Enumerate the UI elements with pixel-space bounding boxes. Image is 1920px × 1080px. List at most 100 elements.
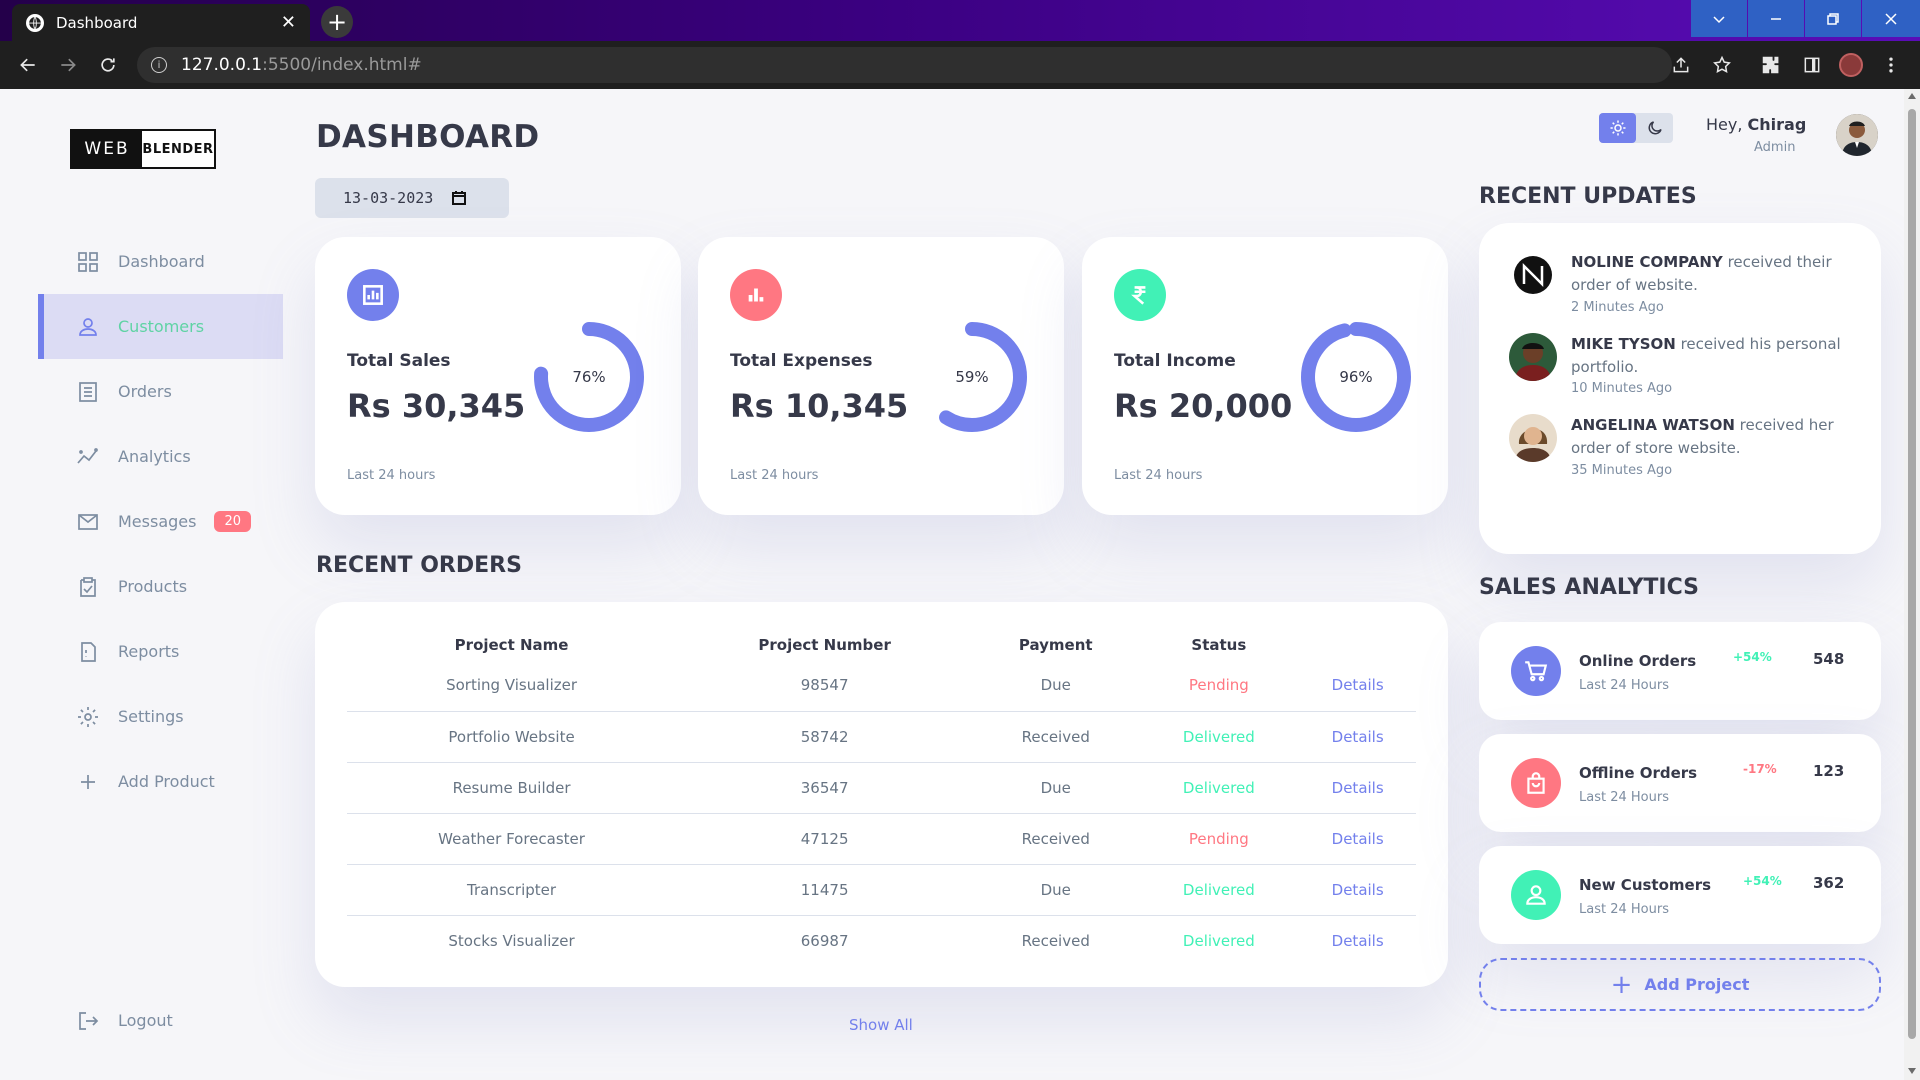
sidebar-item-label: Messages: [118, 512, 197, 531]
address-bar[interactable]: i 127.0.0.1 :5500/index.html#: [137, 47, 1672, 83]
page-scrollbar[interactable]: [1904, 89, 1920, 1080]
table-row: Weather Forecaster 47125 Received Pending De…: [347, 813, 1416, 865]
new-tab-button[interactable]: +: [321, 6, 353, 38]
avatar[interactable]: [1836, 114, 1878, 156]
recent-updates-card: NOLINE COMPANY received their order of w…: [1479, 223, 1881, 554]
sidebar-item-customers[interactable]: Customers: [38, 294, 283, 359]
show-all-link[interactable]: Show All: [849, 1016, 913, 1034]
sidebar-item-label: Add Product: [118, 772, 215, 791]
sidebar-item-products[interactable]: Products: [38, 554, 283, 619]
column-header: Project Number: [758, 636, 891, 654]
sidebar-item-dashboard[interactable]: Dashboard: [38, 229, 283, 294]
details-link[interactable]: Details: [1299, 660, 1416, 712]
card-title: Total Expenses: [730, 351, 873, 371]
analytics-subtitle: Last 24 Hours: [1579, 902, 1669, 917]
project-name-cell: Resume Builder: [347, 762, 677, 814]
close-window-icon[interactable]: [1862, 0, 1920, 37]
offline-orders-card: Offline Orders Last 24 Hours -17% 123: [1479, 734, 1881, 832]
gear-icon: [76, 705, 100, 729]
side-panel-icon[interactable]: [1801, 54, 1823, 76]
card-footer: Last 24 hours: [1114, 468, 1203, 483]
card-value: Rs 10,345: [730, 387, 909, 425]
project-name-cell: Stocks Visualizer: [448, 931, 575, 950]
payment-cell: Received: [973, 711, 1139, 763]
payment-cell: Received: [973, 813, 1139, 865]
analytics-subtitle: Last 24 Hours: [1579, 678, 1669, 693]
scroll-up-icon[interactable]: [1908, 93, 1916, 99]
date-input[interactable]: 13-03-2023: [315, 178, 509, 218]
minimize-icon[interactable]: [1748, 0, 1804, 37]
mail-icon: [76, 510, 100, 534]
project-number-cell: 66987: [800, 931, 849, 950]
analytics-icon: [347, 269, 399, 321]
sidebar-item-label: Customers: [118, 317, 205, 336]
info-icon[interactable]: i: [151, 57, 167, 73]
column-header: Status: [1191, 636, 1247, 654]
total-expenses-card: Total Expenses Rs 10,345 59% Last 24 hou…: [698, 237, 1064, 515]
tab-close-icon[interactable]: ✕: [281, 12, 296, 33]
details-link[interactable]: Details: [1299, 813, 1416, 865]
card-title: Total Income: [1114, 351, 1236, 371]
analytics-title: Online Orders: [1579, 652, 1697, 670]
scroll-down-icon[interactable]: [1908, 1068, 1916, 1074]
update-time: 35 Minutes Ago: [1571, 462, 1673, 478]
card-percent: 76%: [572, 368, 606, 386]
table-row: Sorting Visualizer 98547 Due Pending Details: [347, 660, 1416, 712]
report-icon: [76, 640, 100, 664]
status-cell: Delivered: [1138, 762, 1300, 814]
tab-search-icon[interactable]: [1691, 0, 1747, 37]
browser-tab[interactable]: Dashboard ✕: [12, 4, 310, 41]
logout-button[interactable]: Logout: [38, 988, 173, 1053]
details-link[interactable]: Details: [1299, 711, 1416, 763]
sidebar-item-label: Dashboard: [118, 252, 205, 271]
card-title: Total Sales: [347, 351, 451, 371]
url-host: 127.0.0.1: [181, 55, 263, 75]
add-project-button[interactable]: + Add Project: [1479, 958, 1881, 1011]
logo-part-1: WEB: [72, 131, 142, 167]
update-item: NOLINE COMPANY received their order of w…: [1509, 251, 1851, 315]
update-time: 2 Minutes Ago: [1571, 299, 1664, 315]
reload-icon[interactable]: [96, 53, 120, 77]
project-name-cell: Sorting Visualizer: [347, 660, 677, 712]
details-link[interactable]: Details: [1299, 915, 1416, 966]
sidebar-item-reports[interactable]: Reports: [38, 619, 283, 684]
globe-icon: [26, 13, 44, 32]
more-menu-icon[interactable]: [1880, 54, 1902, 76]
details-link[interactable]: Details: [1299, 864, 1416, 916]
sidebar-item-label: Products: [118, 577, 188, 596]
update-time: 10 Minutes Ago: [1571, 381, 1673, 396]
light-mode-icon[interactable]: [1599, 113, 1636, 143]
details-link[interactable]: Details: [1299, 762, 1416, 814]
page-title: DASHBOARD: [316, 119, 540, 155]
sidebar-item-label: Reports: [118, 642, 180, 661]
dark-mode-icon[interactable]: [1636, 113, 1673, 143]
table-row: Transcripter 11475 Due Delivered Details: [347, 864, 1416, 916]
analytics-value: 123: [1813, 762, 1845, 780]
person-icon: [1511, 870, 1561, 920]
analytics-percent: -17%: [1743, 762, 1777, 776]
forward-icon[interactable]: [56, 53, 80, 77]
sidebar-item-add-product[interactable]: Add Product: [38, 749, 283, 814]
update-name: ANGELINA WATSON: [1571, 416, 1735, 434]
browser-profile-avatar[interactable]: [1839, 53, 1863, 77]
extensions-icon[interactable]: [1760, 54, 1782, 76]
shopping-bag-icon: [1511, 758, 1561, 808]
share-icon[interactable]: [1670, 54, 1692, 76]
sidebar-item-messages[interactable]: Messages 20: [38, 489, 283, 554]
sidebar-item-orders[interactable]: Orders: [38, 359, 283, 424]
column-header: Payment: [1018, 636, 1093, 654]
project-number-cell: 47125: [676, 813, 974, 865]
logo[interactable]: WEB BLENDER: [70, 129, 216, 169]
scrollbar-thumb[interactable]: [1908, 109, 1916, 1039]
sidebar-item-settings[interactable]: Settings: [38, 684, 283, 749]
rupee-icon: [1114, 269, 1166, 321]
theme-toggle[interactable]: [1599, 113, 1673, 143]
project-number-cell: 11475: [676, 864, 974, 916]
company-logo-avatar: [1509, 251, 1557, 299]
calendar-icon[interactable]: [451, 190, 467, 206]
browser-toolbar: i 127.0.0.1 :5500/index.html#: [0, 41, 1920, 89]
sidebar-item-analytics[interactable]: Analytics: [38, 424, 283, 489]
restore-icon[interactable]: [1805, 0, 1861, 37]
back-icon[interactable]: [16, 53, 40, 77]
bookmark-star-icon[interactable]: [1711, 54, 1733, 76]
